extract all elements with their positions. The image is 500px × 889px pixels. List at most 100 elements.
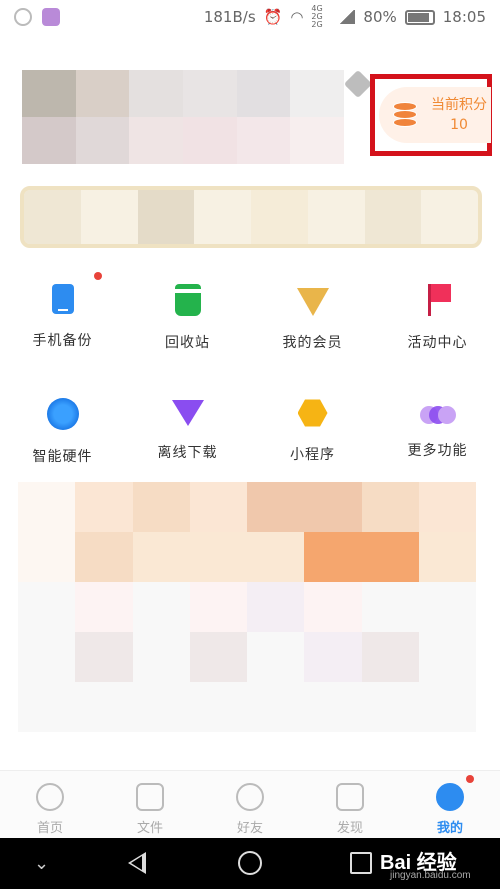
blur-block	[361, 682, 419, 732]
me-icon	[436, 783, 464, 811]
folder-icon	[136, 783, 164, 811]
watermark-url: jingyan.baidu.com	[390, 870, 471, 881]
chevron-down-icon[interactable]: ⌄	[34, 853, 49, 874]
menu-recycle-bin[interactable]: 回收站	[125, 272, 250, 356]
menu-label: 活动中心	[407, 335, 468, 351]
trash-icon	[171, 284, 204, 316]
wifi-icon: ◠	[290, 8, 304, 26]
cloud-icon	[36, 783, 64, 811]
blur-block	[418, 582, 476, 632]
tab-me[interactable]: 我的	[400, 771, 500, 838]
blur-block	[132, 532, 190, 582]
system-nav-bar: ⌄ Bai 经验	[0, 838, 500, 889]
mini-program-icon	[297, 399, 328, 427]
blur-block	[247, 532, 305, 582]
blur-block	[247, 632, 305, 682]
tab-discover[interactable]: 发现	[300, 771, 400, 838]
blur-block	[361, 532, 419, 582]
blur-block	[418, 482, 476, 532]
home-button[interactable]	[238, 851, 262, 875]
blur-block	[132, 632, 190, 682]
function-grid: 手机备份 回收站 我的会员 活动中心 智能硬件 离线下载 小程序 更多功能	[0, 272, 500, 470]
blur-block	[189, 682, 247, 732]
blur-block	[75, 482, 133, 532]
blur-block	[75, 682, 133, 732]
points-label: 当前积分	[431, 97, 487, 113]
blur-block	[189, 482, 247, 532]
network-type: 4G 2G 2G	[311, 4, 323, 29]
menu-label: 回收站	[165, 335, 210, 351]
points-value: 10	[450, 117, 468, 133]
menu-more-functions[interactable]: 更多功能	[375, 386, 500, 470]
blur-block	[247, 482, 305, 532]
blur-block	[132, 582, 190, 632]
blur-block	[418, 632, 476, 682]
blur-block	[189, 582, 247, 632]
blur-block	[18, 582, 76, 632]
menu-offline-download[interactable]: 离线下载	[125, 386, 250, 470]
blur-block	[18, 482, 76, 532]
menu-label: 我的会员	[282, 335, 343, 351]
friends-icon	[236, 783, 264, 811]
status-bar: 181B/s ⏰ ◠ 4G 2G 2G 80% 18:05	[0, 0, 500, 34]
more-icon	[419, 406, 456, 424]
blur-block	[304, 682, 362, 732]
content-area-blurred[interactable]	[18, 482, 476, 732]
menu-smart-hardware[interactable]: 智能硬件	[0, 386, 125, 470]
menu-label: 小程序	[290, 447, 335, 463]
gallery-icon	[42, 8, 60, 26]
battery-percent: 80%	[363, 8, 397, 26]
tab-files[interactable]: 文件	[100, 771, 200, 838]
blur-block	[361, 482, 419, 532]
blur-block	[361, 632, 419, 682]
coin-stack-icon	[393, 102, 417, 128]
flag-icon	[426, 284, 451, 316]
blur-block	[418, 532, 476, 582]
profile-info-blurred[interactable]	[22, 70, 344, 164]
blur-block	[304, 632, 362, 682]
blur-block	[75, 582, 133, 632]
alarm-icon: ⏰	[263, 8, 283, 26]
blur-block	[18, 532, 76, 582]
blur-block	[132, 482, 190, 532]
tab-label: 好友	[236, 821, 263, 836]
menu-my-membership[interactable]: 我的会员	[250, 272, 375, 356]
battery-icon	[404, 9, 435, 25]
notification-dot	[466, 775, 474, 783]
menu-label: 更多功能	[407, 443, 468, 459]
blur-block	[418, 682, 476, 732]
phone-icon	[51, 284, 74, 314]
tab-label: 首页	[36, 821, 63, 836]
download-icon	[171, 400, 204, 426]
back-button[interactable]	[128, 852, 146, 874]
blur-block	[189, 632, 247, 682]
notification-dot	[94, 272, 102, 280]
menu-mini-program[interactable]: 小程序	[250, 386, 375, 470]
signal-icon	[339, 10, 356, 24]
blur-block	[18, 632, 76, 682]
blur-block	[247, 682, 305, 732]
points-button[interactable]: 当前积分 10	[379, 87, 491, 143]
tab-label: 我的	[436, 821, 463, 836]
wifi-hardware-icon	[46, 398, 79, 430]
recent-apps-button[interactable]	[350, 852, 372, 874]
blur-block	[75, 532, 133, 582]
diamond-icon	[296, 288, 329, 316]
blur-block	[189, 532, 247, 582]
blur-block	[247, 582, 305, 632]
network-speed: 181B/s	[203, 8, 256, 26]
blur-block	[361, 582, 419, 632]
blur-block	[75, 632, 133, 682]
promo-banner-blurred[interactable]	[20, 186, 482, 248]
tab-friends[interactable]: 好友	[200, 771, 300, 838]
menu-label: 手机备份	[32, 333, 93, 349]
blur-block	[18, 682, 76, 732]
menu-activity-center[interactable]: 活动中心	[375, 272, 500, 356]
vip-badge-icon[interactable]	[343, 69, 373, 99]
menu-label: 离线下载	[157, 445, 218, 461]
tab-label: 发现	[336, 821, 363, 836]
tab-home[interactable]: 首页	[0, 771, 100, 838]
menu-phone-backup[interactable]: 手机备份	[0, 272, 125, 356]
clock: 18:05	[442, 8, 486, 26]
points-highlight-box: 当前积分 10	[370, 74, 492, 156]
